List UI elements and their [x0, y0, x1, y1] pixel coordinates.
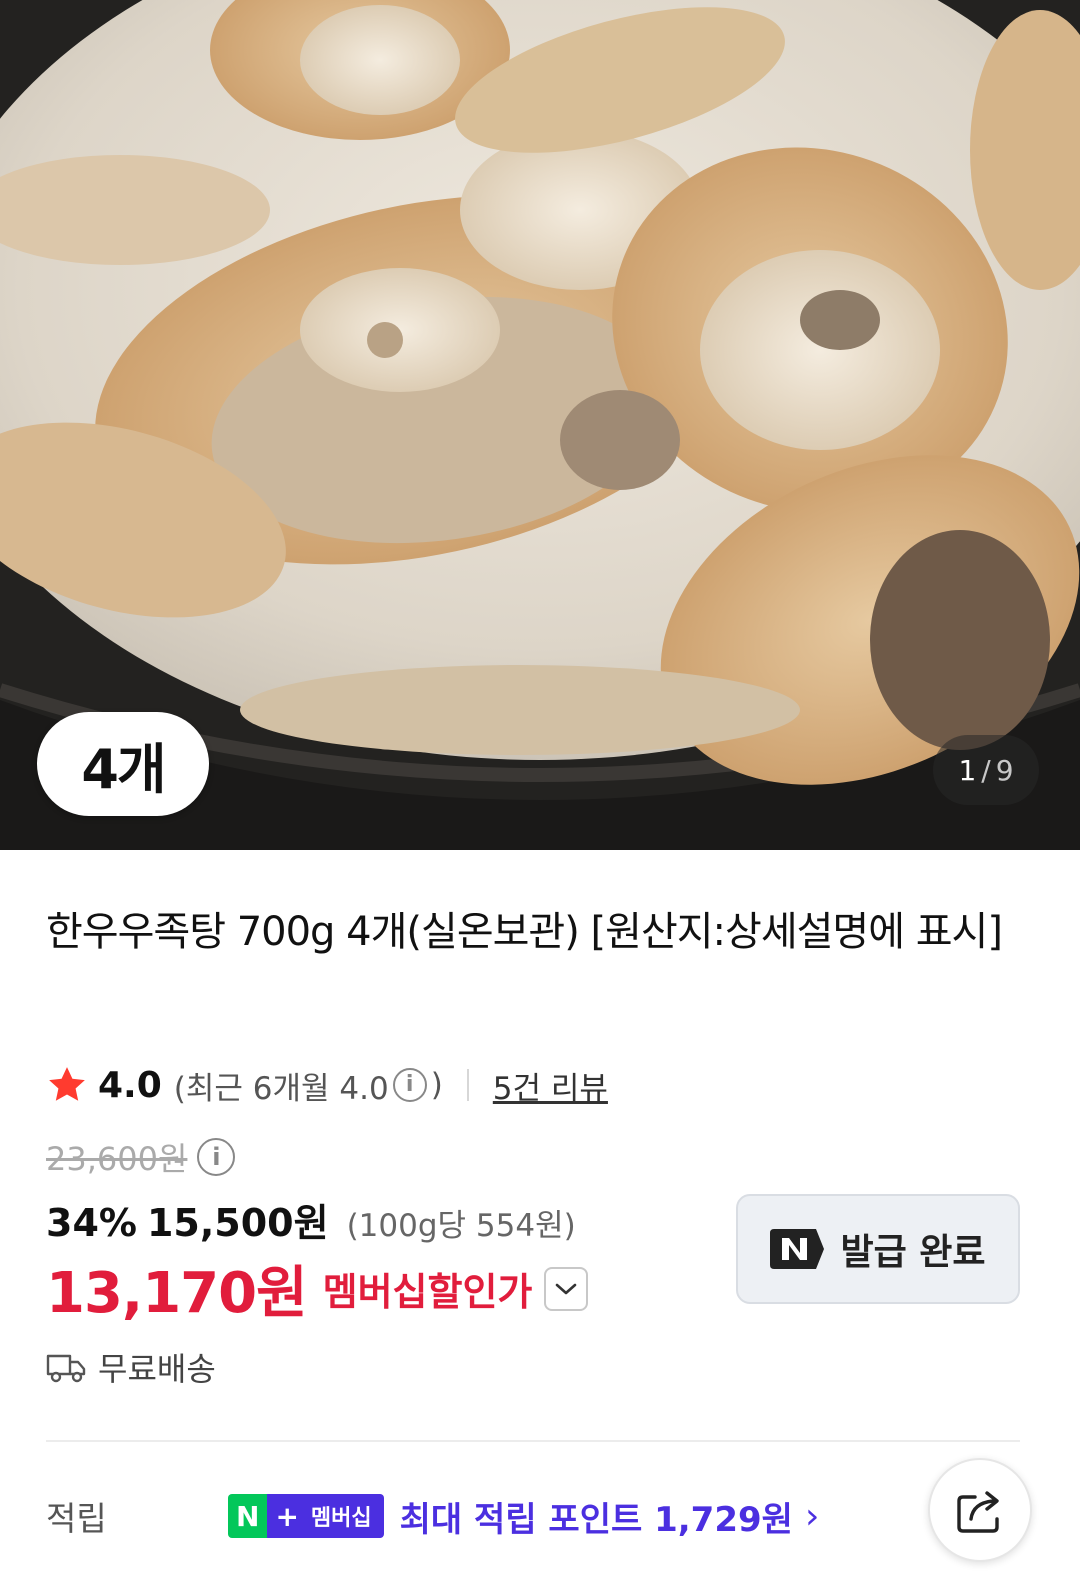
points-row[interactable]: 적립 N + 멤버십 최대 적립 포인트 1,729원 ›: [46, 1488, 819, 1544]
member-price-label: 멤버십할인가: [322, 1270, 533, 1314]
product-title: 한우우족탕 700g 4개(실온보관) [원산지:상세설명에 표시]: [46, 909, 1003, 955]
pager-total: 9: [995, 753, 1014, 787]
naver-n-icon: [770, 1229, 825, 1269]
star-icon: [49, 1067, 85, 1101]
member-price: 13,170원: [46, 1261, 308, 1326]
coupon-label: 발급 완료: [840, 1232, 986, 1273]
member-price-expand-button[interactable]: [544, 1266, 589, 1311]
recent-rating-text: (최근 6개월 4.0: [173, 1070, 389, 1107]
member-price-row: 13,170원 멤버십할인가: [46, 1248, 589, 1329]
rating-row: 4.0 (최근 6개월 4.0 i ) 5건 리뷰: [46, 1062, 608, 1108]
recent-rating-close: ): [430, 1067, 443, 1103]
image-pager: 1 / 9: [933, 735, 1039, 805]
naver-plus-membership-badge: N + 멤버십: [228, 1494, 384, 1538]
shipping-row: 무료배송: [46, 1344, 216, 1390]
chevron-right-icon: ›: [804, 1495, 820, 1537]
share-icon: [957, 1491, 999, 1533]
review-count-link[interactable]: 5건 리뷰: [493, 1063, 608, 1108]
rating-value: 4.0: [98, 1064, 162, 1106]
original-price: 23,600원: [46, 1140, 188, 1178]
shipping-text: 무료배송: [98, 1350, 216, 1388]
share-button[interactable]: [928, 1458, 1032, 1562]
original-price-row: 23,600원 i: [46, 1134, 239, 1180]
chevron-down-icon: [556, 1283, 577, 1294]
badge-plus: +: [267, 1494, 307, 1538]
recent-rating: (최근 6개월 4.0 i ): [174, 1063, 443, 1108]
pager-separator: /: [981, 753, 991, 787]
discount-percent: 34%: [46, 1201, 137, 1245]
badge-membership: 멤버십: [306, 1494, 384, 1538]
quantity-badge: 4개: [37, 712, 209, 816]
info-icon[interactable]: i: [392, 1068, 427, 1102]
coupon-issued-button[interactable]: 발급 완료: [736, 1194, 1020, 1304]
points-label: 적립: [46, 1499, 107, 1538]
max-points-text: 최대 적립 포인트 1,729원: [399, 1499, 793, 1540]
section-divider: [46, 1440, 1020, 1442]
pager-current: 1: [958, 753, 977, 787]
price-info-icon[interactable]: i: [197, 1138, 236, 1176]
badge-n: N: [228, 1494, 268, 1538]
sale-price: 15,500원: [146, 1201, 329, 1245]
unit-price: (100g당 554원): [346, 1208, 576, 1244]
sale-price-row: 34% 15,500원 (100g당 554원): [46, 1192, 576, 1247]
divider: [466, 1069, 469, 1101]
truck-icon: [46, 1354, 86, 1383]
product-image-carousel[interactable]: 4개 1 / 9: [0, 0, 1080, 850]
